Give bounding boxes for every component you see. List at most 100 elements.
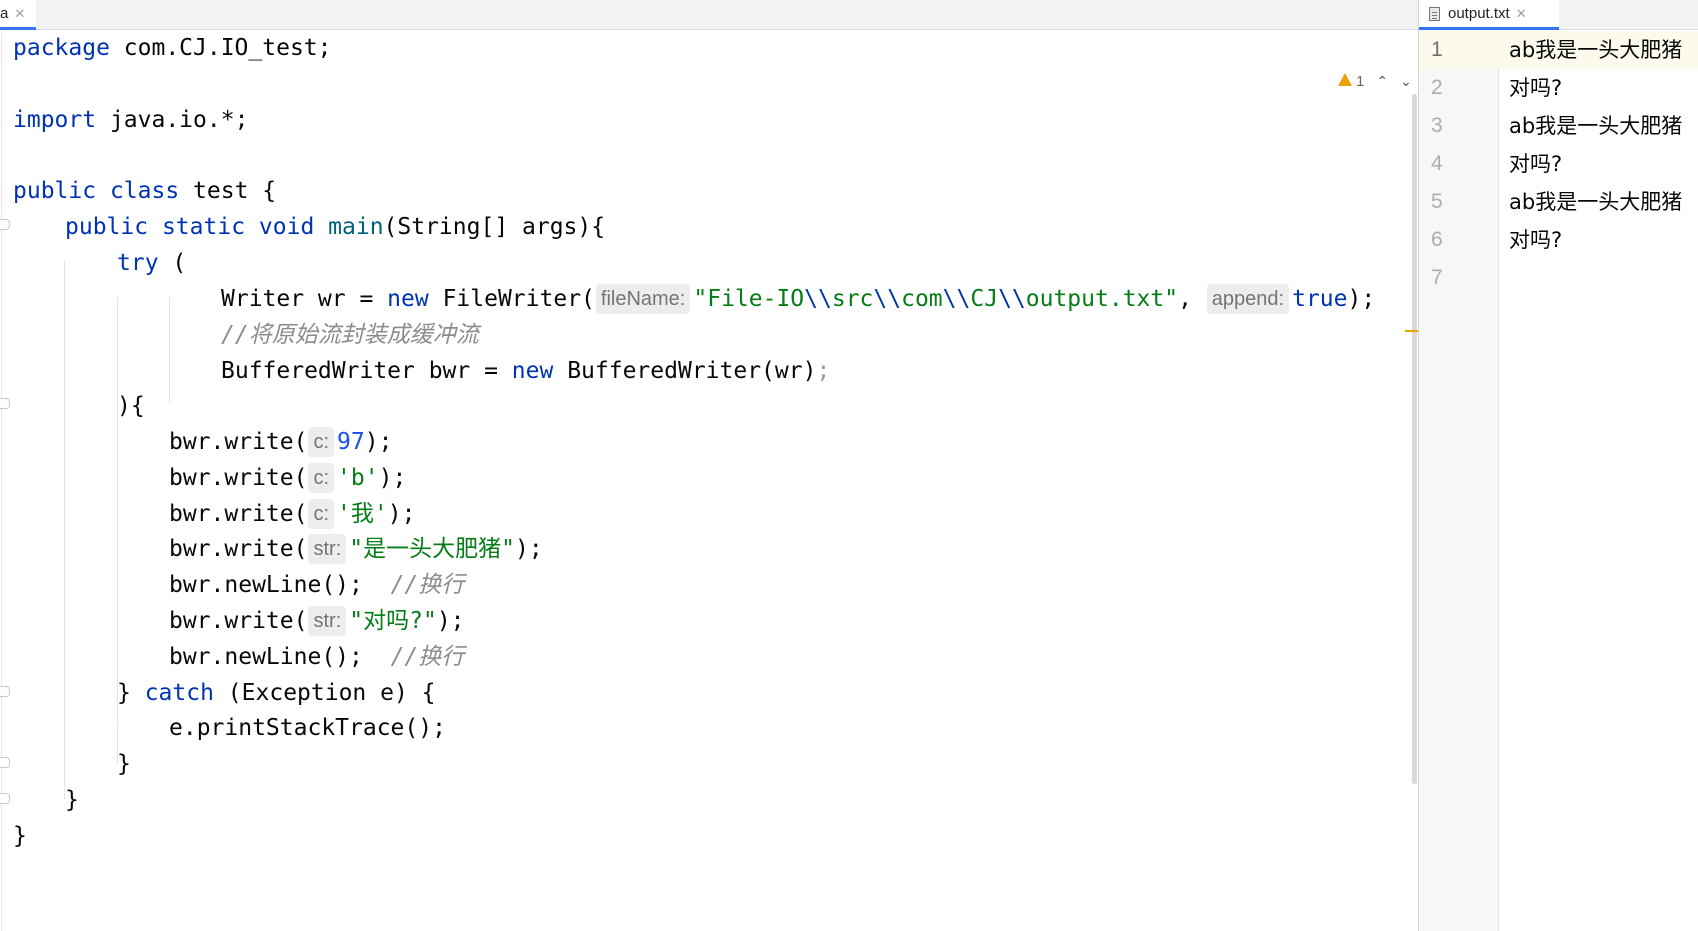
keyword: true: [1292, 286, 1348, 312]
text-line[interactable]: 对吗?: [1509, 69, 1562, 107]
line-number: 6: [1431, 228, 1443, 251]
fold-icon[interactable]: [0, 793, 10, 804]
keyword: class: [109, 178, 180, 204]
inspection-widget[interactable]: 1 ⌃ ⌄: [1338, 70, 1412, 92]
keyword: package: [13, 35, 110, 61]
text-line[interactable]: ab我是一头大肥猪: [1509, 107, 1682, 145]
parameter-hint: str:: [308, 606, 347, 636]
string-literal: "File-IO: [693, 286, 805, 312]
parameter-hint: append:: [1206, 284, 1290, 314]
line-number: 3: [1431, 114, 1443, 137]
code-line-20: e.printStackTrace();: [169, 715, 446, 741]
parameter-hint: c:: [308, 463, 335, 493]
code-text: }: [117, 680, 145, 706]
output-txt-editor[interactable]: 1 2 3 4 5 6 7 ab我是一头大肥猪 对吗? ab我是一头大肥猪 对吗…: [1419, 31, 1698, 931]
tab-label: output.txt: [1448, 5, 1510, 22]
fold-icon[interactable]: [0, 686, 10, 697]
escape-sequence: \\: [873, 286, 902, 312]
code-text: (String[] args){: [383, 214, 606, 240]
warning-icon: [1338, 72, 1352, 86]
code-text: );: [514, 536, 543, 562]
line-number: 4: [1431, 152, 1443, 175]
fold-icon[interactable]: [0, 398, 10, 409]
tab-label: a: [0, 5, 9, 22]
comment: //换行: [390, 644, 465, 670]
left-editor-tabbar: a ✕: [0, 0, 1418, 30]
keyword: try: [117, 250, 159, 276]
string-literal: output.txt": [1025, 286, 1179, 312]
warning-marker[interactable]: [1405, 330, 1418, 332]
code-text: BufferedWriter(wr): [553, 358, 817, 384]
line-number: 5: [1431, 190, 1443, 213]
code-text: (Exception e) {: [213, 680, 436, 706]
string-literal: src: [831, 286, 874, 312]
escape-sequence: \\: [804, 286, 832, 312]
line-number: 7: [1431, 266, 1443, 289]
code-text: );: [436, 608, 465, 634]
right-editor-tabbar: output.txt ✕: [1419, 0, 1698, 30]
code-text: bwr.newLine();: [169, 572, 391, 598]
line-number: 2: [1431, 76, 1443, 99]
chevron-up-icon[interactable]: ⌃: [1376, 73, 1388, 90]
code-line-21: }: [117, 751, 131, 777]
code-line-3: import java.io.*;: [13, 101, 248, 139]
text-line[interactable]: ab我是一头大肥猪: [1509, 183, 1682, 221]
parameter-hint: c:: [308, 499, 335, 529]
string-literal: "是一头大肥猪": [349, 536, 515, 562]
tab-java-file[interactable]: a ✕: [0, 0, 36, 30]
code-line-12: bwr.write(c: 97);: [169, 423, 392, 461]
code-text: bwr.write(: [169, 465, 308, 491]
code-text: Writer wr =: [221, 286, 388, 312]
text-line[interactable]: ab我是一头大肥猪: [1509, 31, 1682, 69]
close-icon[interactable]: ✕: [1516, 6, 1527, 22]
code-text: FileWriter(: [428, 286, 595, 312]
text-file-icon: [1429, 6, 1440, 21]
code-line-7: try (: [117, 244, 186, 282]
string-literal: '我': [337, 501, 388, 527]
method-name: main: [328, 214, 384, 240]
fold-icon[interactable]: [0, 219, 10, 230]
vertical-scrollbar[interactable]: [1412, 94, 1417, 784]
code-line-10: BufferedWriter bwr = new BufferedWriter(…: [221, 352, 830, 390]
code-text: );: [1347, 286, 1376, 312]
code-text: bwr.newLine();: [169, 644, 391, 670]
indent-guide: [117, 297, 118, 727]
keyword: catch: [144, 680, 214, 706]
code-text: test {: [179, 178, 277, 204]
code-text: bwr.write(: [169, 429, 308, 455]
redundant-semicolon: ;: [816, 358, 831, 384]
tab-output-txt[interactable]: output.txt ✕: [1419, 0, 1559, 30]
code-line-5: public class test {: [13, 172, 276, 210]
string-literal: "对吗?": [349, 608, 437, 634]
code-line-14: bwr.write(c: '我');: [169, 495, 415, 533]
code-text: bwr.write(: [169, 536, 308, 562]
escape-sequence: \\: [998, 286, 1026, 312]
code-line-15: bwr.write(str: "是一头大肥猪");: [169, 530, 543, 568]
code-text: bwr.write(: [169, 608, 308, 634]
indent-guide: [64, 261, 65, 799]
keyword: void: [258, 214, 315, 240]
code-line-1: package com.CJ.IO_test;: [13, 31, 332, 67]
close-icon[interactable]: ✕: [14, 6, 25, 22]
code-line-19: } catch (Exception e) {: [117, 674, 436, 712]
java-editor[interactable]: 1 ⌃ ⌄ package com.CJ.IO_test; import jav…: [0, 31, 1418, 931]
comment: //换行: [390, 572, 465, 598]
code-text: );: [378, 465, 407, 491]
code-text: BufferedWriter bwr =: [221, 358, 512, 384]
keyword: new: [511, 358, 554, 384]
text-line[interactable]: 对吗?: [1509, 145, 1562, 183]
code-text: com.CJ.IO_test;: [109, 35, 332, 61]
code-line-23: }: [13, 823, 27, 849]
code-line-6: public static void main(String[] args){: [65, 208, 605, 246]
string-literal: CJ: [970, 286, 999, 312]
code-text: );: [387, 501, 416, 527]
keyword: static: [161, 214, 246, 240]
string-literal: com: [901, 286, 943, 312]
text-line[interactable]: 对吗?: [1509, 221, 1562, 259]
string-literal: 'b': [337, 465, 379, 491]
chevron-down-icon[interactable]: ⌄: [1400, 73, 1412, 90]
fold-icon[interactable]: [0, 757, 10, 768]
code-text: );: [364, 429, 393, 455]
keyword: public: [13, 178, 97, 204]
keyword: import: [13, 107, 97, 133]
